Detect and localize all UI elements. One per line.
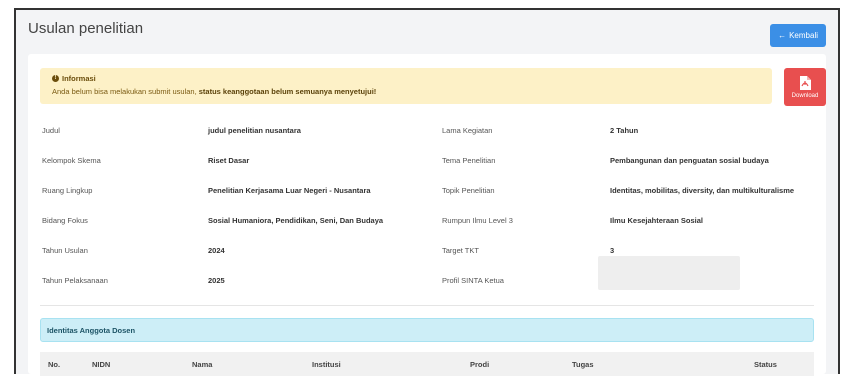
alert-message-text: Anda belum bisa melakukan submit usulan, [52,87,199,96]
lama-kegiatan-label: Lama Kegiatan [442,126,493,135]
bidang-fokus-label: Bidang Fokus [42,216,88,225]
rumpun-ilmu-value: Ilmu Kesejahteraan Sosial [610,216,703,225]
col-nama: Nama [192,360,213,369]
kelompok-skema-value: Riset Dasar [208,156,250,165]
rumpun-ilmu-label: Rumpun Ilmu Level 3 [442,216,513,225]
tahun-usulan-value: 2024 [208,246,225,255]
ruang-lingkup-label: Ruang Lingkup [42,186,93,195]
ruang-lingkup-value: Penelitian Kerjasama Luar Negeri - Nusan… [208,186,371,195]
col-no: No. [48,360,61,369]
alert-title-row: ! Informasi [52,74,760,83]
tema-penelitian-label: Tema Penelitian [442,156,496,165]
info-icon: ! [52,75,59,82]
col-nidn: NIDN [92,360,111,369]
profil-sinta-placeholder [598,256,740,290]
topik-penelitian-value: Identitas, mobilitas, diversity, dan mul… [610,186,795,195]
alert-message: Anda belum bisa melakukan submit usulan,… [52,87,760,96]
download-label: Download [791,92,819,99]
target-tkt-value: 3 [610,246,615,255]
bidang-fokus-value: Sosial Humaniora, Pendidikan, Seni, Dan … [208,216,384,225]
tahun-pelaksanaan-value: 2025 [208,276,225,285]
judul-value: judul penelitian nusantara [208,126,301,135]
back-button-label: Kembali [789,31,818,40]
download-button[interactable]: Download [784,68,826,106]
col-prodi: Prodi [470,360,490,369]
tema-penelitian-value: Pembangunan dan penguatan sosial budaya [610,156,769,165]
tahun-usulan-label: Tahun Usulan [42,246,88,255]
info-alert: ! Informasi Anda belum bisa melakukan su… [40,68,772,104]
alert-message-bold: status keanggotaan belum semuanya menyet… [198,87,377,96]
lama-kegiatan-value: 2 Tahun [610,126,639,135]
members-table-header: No. NIDN Nama Institusi Prodi Tugas Stat… [40,352,814,376]
topik-penelitian-label: Topik Penelitian [442,186,495,195]
profil-sinta-label: Profil SINTA Ketua [442,276,504,285]
proposal-card: ! Informasi Anda belum bisa melakukan su… [28,54,826,376]
arrow-left-icon: ← [778,31,787,40]
target-tkt-label: Target TKT [442,246,479,255]
section-divider [40,305,814,306]
back-button[interactable]: ← Kembali [770,24,826,47]
judul-label: Judul [42,126,60,135]
col-status: Status [754,360,777,369]
col-tugas: Tugas [572,360,594,369]
tahun-pelaksanaan-label: Tahun Pelaksanaan [42,276,108,285]
page-title: Usulan penelitian [28,20,144,37]
kelompok-skema-label: Kelompok Skema [42,156,101,165]
members-section-header: Identitas Anggota Dosen [40,318,814,342]
alert-title: Informasi [62,74,96,83]
pdf-file-icon [800,75,811,90]
page-frame: Usulan penelitian ← Kembali ! Informasi … [14,8,840,376]
col-institusi: Institusi [312,360,341,369]
